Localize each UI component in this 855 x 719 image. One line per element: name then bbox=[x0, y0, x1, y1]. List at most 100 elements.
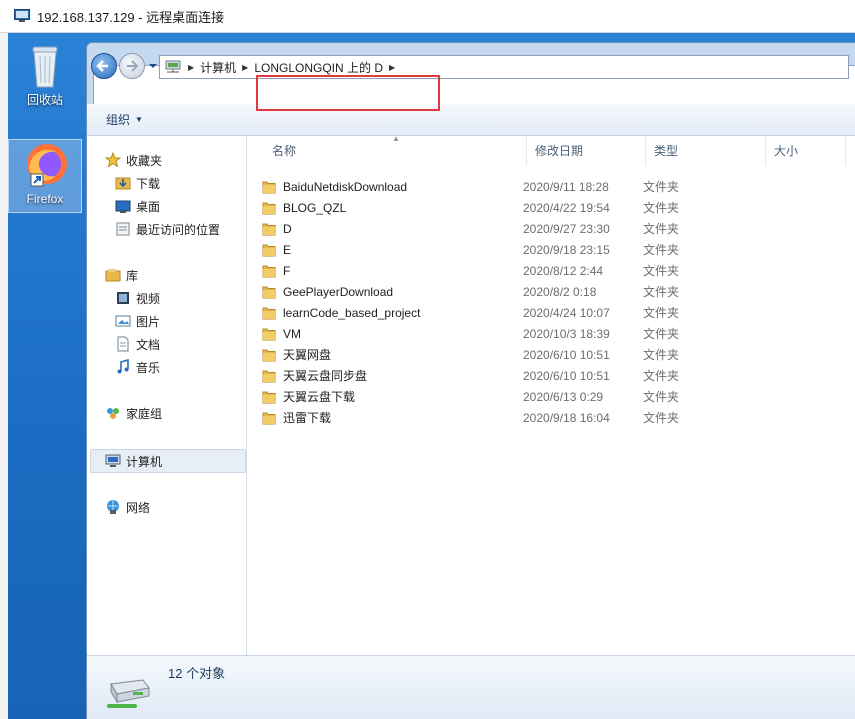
folder-icon bbox=[262, 286, 276, 299]
nav-favorites[interactable]: 收藏夹 bbox=[105, 149, 162, 171]
file-date: 2020/8/12 2:44 bbox=[523, 263, 604, 278]
command-toolbar: 组织 ▼ bbox=[87, 104, 855, 136]
file-date: 2020/6/10 10:51 bbox=[523, 347, 610, 362]
table-row[interactable]: BLOG_QZL 2020/4/22 19:54 文件夹 bbox=[248, 197, 855, 218]
nav-pictures[interactable]: 图片 bbox=[115, 310, 160, 332]
folder-icon bbox=[262, 181, 276, 194]
folder-icon bbox=[262, 244, 276, 257]
file-type: 文件夹 bbox=[643, 201, 680, 215]
firefox-icon bbox=[27, 144, 67, 187]
folder-icon bbox=[262, 265, 276, 278]
file-date: 2020/9/11 18:28 bbox=[523, 179, 609, 194]
network-icon bbox=[107, 500, 119, 514]
nav-homegroup[interactable]: 家庭组 bbox=[105, 402, 162, 424]
file-type: 文件夹 bbox=[643, 369, 680, 383]
nav-downloads[interactable]: 下载 bbox=[115, 172, 160, 194]
table-row[interactable]: 天翼网盘 2020/6/10 10:51 文件夹 bbox=[248, 344, 855, 365]
table-row[interactable]: E 2020/9/18 23:15 文件夹 bbox=[248, 239, 855, 260]
file-name: F bbox=[283, 263, 291, 278]
nav-libraries[interactable]: 库 bbox=[105, 264, 138, 286]
nav-pictures-label: 图片 bbox=[136, 314, 161, 329]
file-name: D bbox=[283, 221, 292, 236]
table-row[interactable]: 天翼云盘同步盘 2020/6/10 10:51 文件夹 bbox=[248, 365, 855, 386]
file-date: 2020/8/2 0:18 bbox=[523, 284, 597, 299]
recent-pages-dropdown-icon[interactable] bbox=[148, 61, 158, 71]
table-row[interactable]: F 2020/8/12 2:44 文件夹 bbox=[248, 260, 855, 281]
nav-documents-label: 文档 bbox=[136, 337, 161, 352]
table-row[interactable]: D 2020/9/27 23:30 文件夹 bbox=[248, 218, 855, 239]
file-type: 文件夹 bbox=[643, 327, 680, 341]
desktop-icon-recycle-bin[interactable]: 回收站 bbox=[8, 41, 82, 113]
breadcrumb-computer[interactable]: 计算机 bbox=[200, 59, 236, 76]
file-name: 天翼云盘下载 bbox=[283, 390, 356, 404]
details-pane: 12 个对象 bbox=[87, 655, 855, 719]
table-row[interactable]: VM 2020/10/3 18:39 文件夹 bbox=[248, 323, 855, 344]
firefox-label: Firefox bbox=[26, 192, 64, 206]
organize-button[interactable]: 组织 ▼ bbox=[106, 111, 143, 128]
document-icon bbox=[117, 336, 129, 352]
file-date: 2020/9/18 16:04 bbox=[523, 410, 610, 425]
chevron-right-icon[interactable]: ▶ bbox=[242, 63, 248, 72]
file-name: 天翼网盘 bbox=[283, 348, 332, 362]
nav-videos[interactable]: 视频 bbox=[115, 287, 160, 309]
nav-videos-label: 视频 bbox=[136, 291, 161, 306]
nav-computer[interactable]: 计算机 bbox=[105, 450, 162, 472]
nav-network-label: 网络 bbox=[126, 500, 151, 515]
breadcrumb-drive[interactable]: LONGLONGQIN 上的 D bbox=[254, 59, 383, 76]
file-type: 文件夹 bbox=[643, 264, 680, 278]
column-date-modified[interactable]: 修改日期 bbox=[526, 136, 646, 166]
chevron-down-icon: ▼ bbox=[135, 115, 143, 124]
file-date: 2020/6/13 0:29 bbox=[523, 389, 604, 404]
column-headers: 名称 ▲ 修改日期 类型 大小 bbox=[248, 134, 855, 166]
file-type: 文件夹 bbox=[643, 285, 680, 299]
library-icon bbox=[105, 269, 121, 282]
column-size[interactable]: 大小 bbox=[766, 136, 846, 166]
folder-icon bbox=[262, 202, 276, 215]
column-date-label: 修改日期 bbox=[535, 144, 584, 158]
nav-documents[interactable]: 文档 bbox=[115, 333, 160, 355]
desktop-icon-firefox[interactable]: Firefox bbox=[8, 139, 82, 213]
file-type: 文件夹 bbox=[643, 306, 680, 320]
file-name: 迅雷下载 bbox=[283, 411, 332, 425]
nav-music[interactable]: 音乐 bbox=[115, 356, 160, 378]
table-row[interactable]: 天翼云盘下载 2020/6/13 0:29 文件夹 bbox=[248, 386, 855, 407]
nav-favorites-label: 收藏夹 bbox=[126, 153, 163, 168]
folder-icon bbox=[262, 370, 276, 383]
organize-label: 组织 bbox=[106, 113, 131, 127]
recent-places-icon bbox=[116, 222, 130, 236]
nav-downloads-label: 下载 bbox=[136, 176, 161, 191]
downloads-folder-icon bbox=[115, 177, 131, 190]
file-name: GeePlayerDownload bbox=[283, 284, 394, 299]
forward-arrow-icon bbox=[127, 60, 139, 72]
file-type: 文件夹 bbox=[643, 411, 680, 425]
file-date: 2020/9/27 23:30 bbox=[523, 221, 610, 236]
column-type[interactable]: 类型 bbox=[646, 136, 766, 166]
host-window-edge bbox=[0, 33, 8, 719]
nav-computer-label: 计算机 bbox=[126, 454, 163, 469]
file-type: 文件夹 bbox=[643, 390, 680, 404]
table-row[interactable]: BaiduNetdiskDownload 2020/9/11 18:28 文件夹 bbox=[248, 176, 855, 197]
folder-icon bbox=[262, 349, 276, 362]
nav-desktop-label: 桌面 bbox=[136, 199, 161, 214]
back-button[interactable] bbox=[91, 53, 117, 79]
chevron-right-icon[interactable]: ▶ bbox=[389, 63, 395, 72]
file-date: 2020/10/3 18:39 bbox=[523, 326, 610, 341]
remote-desktop-icon bbox=[14, 9, 30, 22]
column-name-label: 名称 bbox=[272, 144, 297, 158]
recycle-bin-icon bbox=[32, 46, 58, 88]
nav-desktop[interactable]: 桌面 bbox=[115, 195, 160, 217]
nav-recent-places[interactable]: 最近访问的位置 bbox=[115, 218, 220, 240]
folder-icon bbox=[262, 307, 276, 320]
navigation-bar: ▶ 计算机 ▶ LONGLONGQIN 上的 D ▶ bbox=[81, 21, 855, 79]
folder-icon bbox=[262, 223, 276, 236]
table-row[interactable]: learnCode_based_project 2020/4/24 10:07 文件… bbox=[248, 302, 855, 323]
homegroup-icon bbox=[107, 408, 119, 419]
chevron-right-icon[interactable]: ▶ bbox=[188, 63, 194, 72]
table-row[interactable]: GeePlayerDownload 2020/8/2 0:18 文件夹 bbox=[248, 281, 855, 302]
file-date: 2020/4/22 19:54 bbox=[523, 200, 610, 215]
table-row[interactable]: 迅雷下载 2020/9/18 16:04 文件夹 bbox=[248, 407, 855, 428]
forward-button[interactable] bbox=[119, 53, 145, 79]
nav-network[interactable]: 网络 bbox=[105, 496, 150, 518]
file-type: 文件夹 bbox=[643, 180, 680, 194]
folder-icon bbox=[262, 391, 276, 404]
